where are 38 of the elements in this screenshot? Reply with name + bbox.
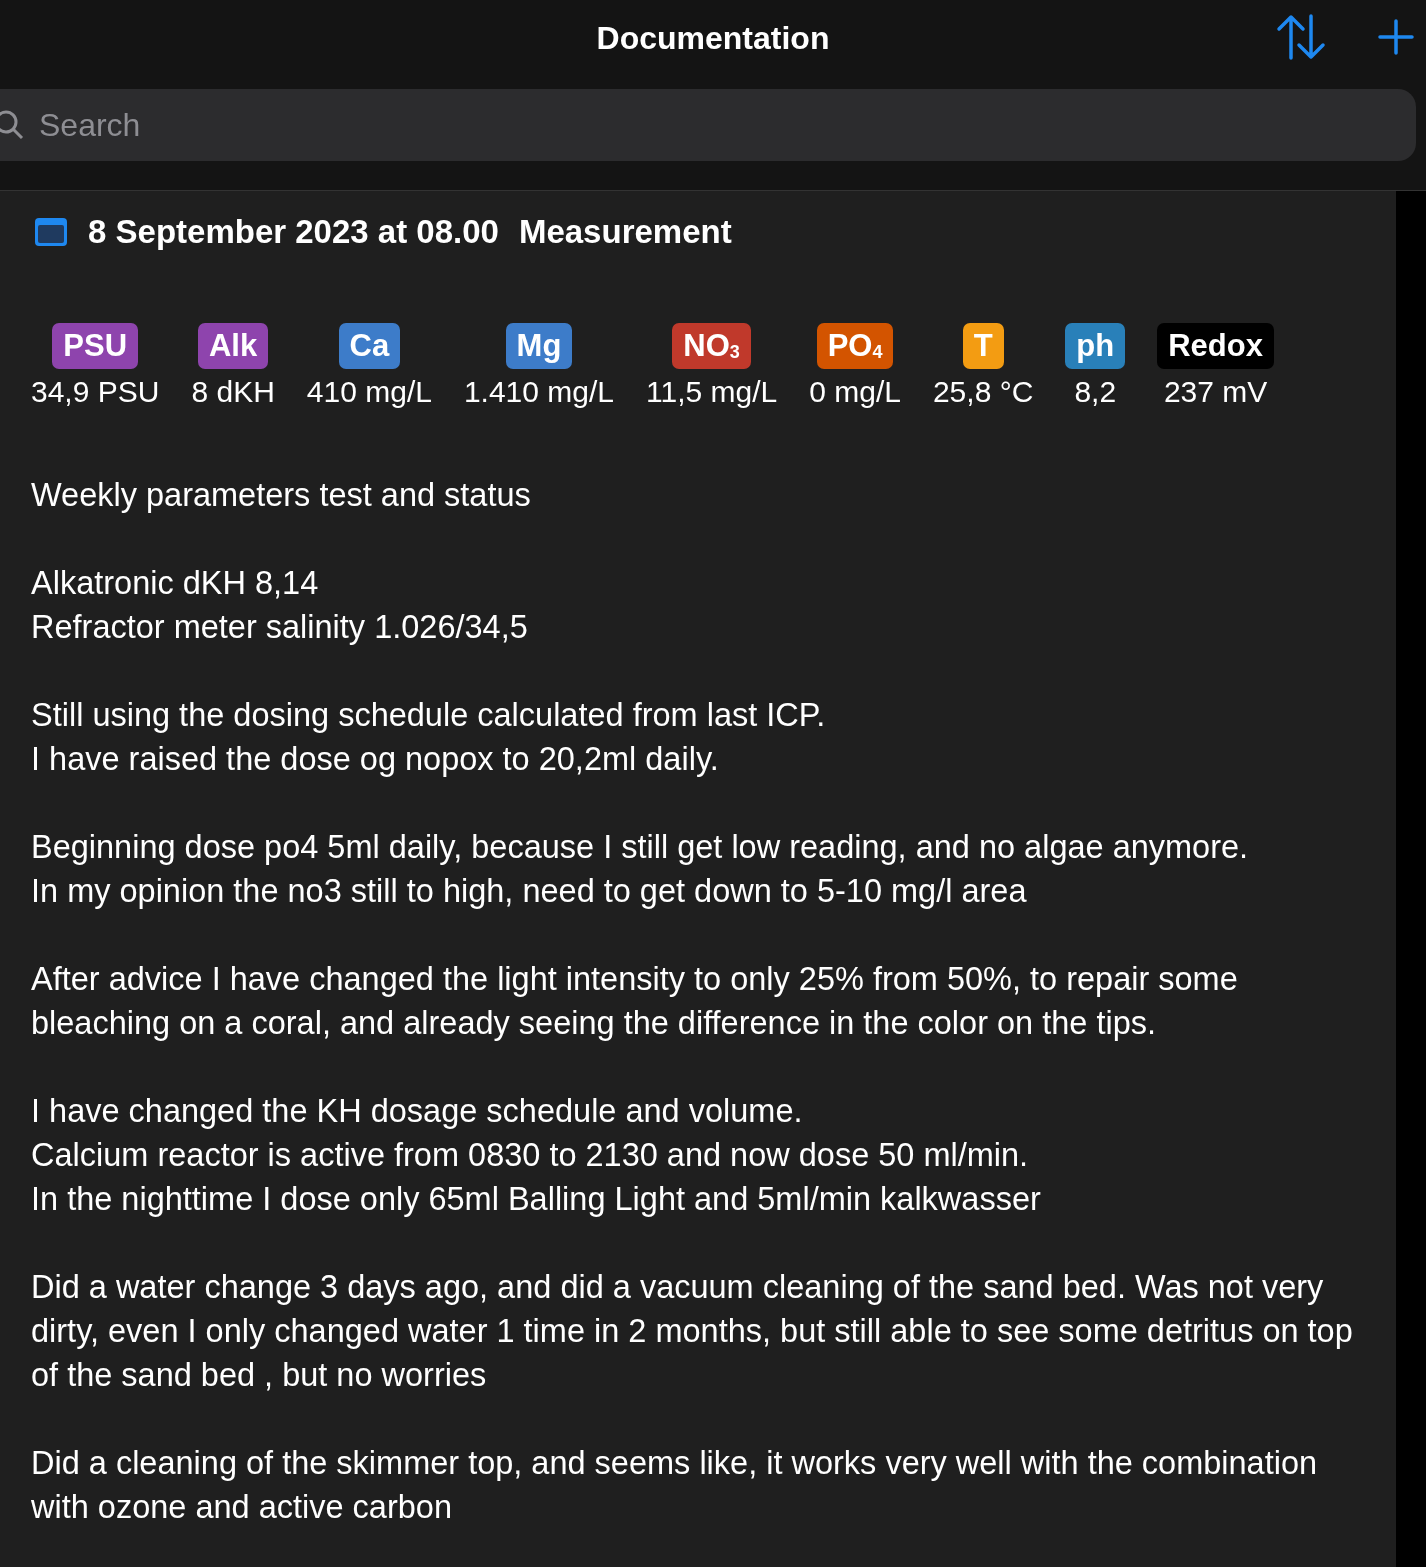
- parameter-value: 34,9 PSU: [31, 375, 160, 409]
- note-text: I have raised the dose og nopox to 20,2ml daily.: [31, 740, 720, 779]
- note-text: Did a water change 3 days ago, and did a vacuum cleaning of the sand bed. Was not very dirty, even I only changed water 1 time in 2 months, but still able to see some detritus on top of the sand bed , but no worries: [31, 1268, 1354, 1395]
- note-text: After advice I have changed the light intensity to only 25% from 50%, to repair some bleaching on a coral, and already seeing the difference in the color on the tips.: [31, 960, 1239, 1043]
- note-text: Calcium reactor is active from 0830 to 2130 and now dose 50 ml/min.: [31, 1136, 1030, 1175]
- parameter-value: 25,8 °C: [932, 375, 1034, 409]
- parameter-badge: NO$_{3}$: [672, 323, 751, 369]
- entry-date: 8 September 2023 at 08.00: [88, 213, 499, 251]
- parameter-badge: PSU: [52, 323, 139, 369]
- window-title: Documentation: [596, 19, 830, 57]
- parameter-badge: ph: [1065, 323, 1126, 369]
- note-text: In the nighttime I dose only 65ml Balling Light and 5ml/min kalkwasser: [31, 1180, 1042, 1219]
- note-text: Beginning dose po4 5ml daily, because I still get low reading, and no algae anymore.: [31, 828, 1250, 867]
- parameter-badge: PO$_{4}$: [816, 323, 894, 369]
- search-field[interactable]: Search: [0, 89, 1416, 161]
- parameter-value: 8 dKH: [191, 375, 275, 409]
- parameter-badge: Alk: [198, 323, 269, 369]
- parameter-badge: Ca: [338, 323, 401, 369]
- note-text: Did a cleaning of the skimmer top, and seems like, it works very well with the combination with ozone and active carbon: [31, 1444, 1319, 1527]
- parameter-badge: T: [962, 323, 1004, 369]
- note-text: Alkatronic dKH 8,14: [31, 564, 320, 603]
- calendar-icon: [34, 217, 68, 247]
- parameter-value: 8,2: [1074, 375, 1117, 409]
- parameter-value: 11,5 mg/L: [646, 375, 778, 409]
- sort-icon[interactable]: [1276, 14, 1326, 60]
- add-icon[interactable]: [1378, 19, 1414, 55]
- parameter-value: 410 mg/L: [306, 375, 432, 409]
- note-text: In my opinion the no3 still to high, need to get down to 5-10 mg/l area: [31, 872, 1028, 911]
- note-text: Still using the dosing schedule calculated from last ICP.: [31, 696, 827, 735]
- parameter-badge: Mg: [505, 323, 573, 369]
- parameter-value: 237 mV: [1163, 375, 1268, 409]
- note-text: Weekly parameters test and status: [31, 476, 532, 515]
- note-text: I have changed the KH dosage schedule and volume.: [31, 1092, 804, 1131]
- note-text: Refractor meter salinity 1.026/34,5: [31, 608, 529, 647]
- entry-type: Measurement: [518, 213, 732, 251]
- parameter-badge: Redox: [1157, 323, 1274, 369]
- parameter-value: 0 mg/L: [809, 375, 901, 409]
- parameter-value: 1.410 mg/L: [463, 375, 614, 409]
